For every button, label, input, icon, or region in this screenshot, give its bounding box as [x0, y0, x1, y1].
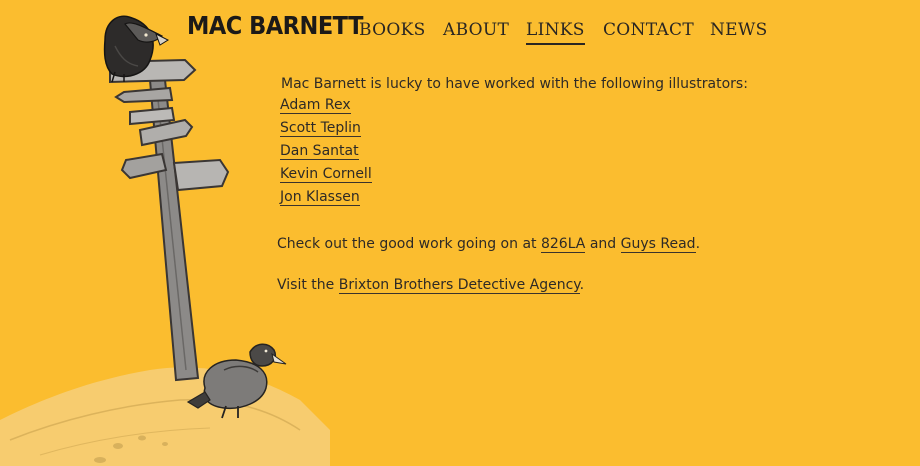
- signpost-illustration: [0, 15, 330, 466]
- illustrator-link-kevin-cornell[interactable]: Kevin Cornell: [280, 166, 372, 183]
- link-826la[interactable]: 826LA: [540, 236, 586, 253]
- illustrator-link-adam-rex[interactable]: Adam Rex: [280, 97, 351, 114]
- illustrator-link-scott-teplin[interactable]: Scott Teplin: [280, 120, 361, 137]
- page: MAC BARNETT BOOKS ABOUT LINKS CONTACT NE…: [0, 0, 920, 466]
- check-out-suffix: .: [695, 236, 701, 252]
- sign-board: [129, 106, 176, 126]
- nav-link-contact[interactable]: CONTACT: [603, 20, 694, 40]
- nav-link-about[interactable]: ABOUT: [443, 20, 509, 40]
- intro-text: Mac Barnett is lucky to have worked with…: [281, 76, 748, 92]
- link-guys-read[interactable]: Guys Read: [620, 236, 696, 253]
- sand-dune: [0, 367, 330, 466]
- nav-link-links[interactable]: LINKS: [526, 20, 585, 45]
- visit-prefix: Visit the: [277, 277, 335, 293]
- check-out-middle: and: [589, 236, 617, 252]
- nav-link-news[interactable]: NEWS: [710, 20, 768, 40]
- link-brixton-brothers[interactable]: Brixton Brothers Detective Agency: [338, 277, 580, 294]
- illustrator-link-dan-santat[interactable]: Dan Santat: [280, 143, 359, 160]
- visit-suffix: .: [579, 277, 585, 293]
- nav-link-books[interactable]: BOOKS: [359, 20, 426, 40]
- sign-board: [114, 86, 174, 104]
- visit-line: Visit the Brixton Brothers Detective Age…: [277, 277, 585, 294]
- check-out-line: Check out the good work going on at 826L…: [277, 236, 701, 253]
- site-title[interactable]: MAC BARNETT: [187, 11, 363, 40]
- illustrator-link-jon-klassen[interactable]: Jon Klassen: [280, 189, 360, 206]
- check-out-prefix: Check out the good work going on at: [277, 236, 537, 252]
- sign-board: [172, 158, 230, 192]
